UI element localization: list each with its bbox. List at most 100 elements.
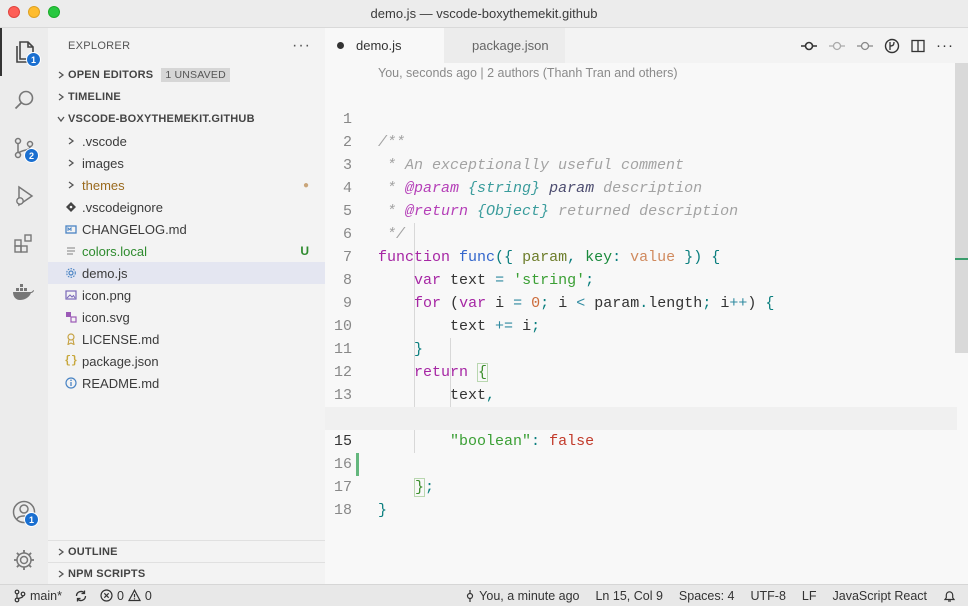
explorer-badge: 1 — [26, 52, 41, 67]
scrollbar-change-marker — [955, 258, 968, 260]
tree-folder-vscode[interactable]: .vscode — [48, 130, 325, 152]
zoom-window-button[interactable] — [48, 6, 60, 18]
code-line: 4 * @return {Object} returned descriptio… — [325, 154, 957, 220]
encoding-status[interactable]: UTF-8 — [745, 585, 796, 606]
code-line: 1 /** — [325, 85, 957, 151]
run-debug-activity[interactable] — [0, 172, 48, 220]
run-debug-icon — [16, 185, 34, 207]
close-window-button[interactable] — [8, 6, 20, 18]
tab-demo-js[interactable]: demo.js — [325, 28, 444, 63]
title-bar: demo.js — vscode-boxythemekit.github — [0, 0, 968, 28]
code-line: 17 } — [325, 453, 957, 519]
more-actions-icon[interactable]: ··· — [936, 37, 954, 54]
tab-label: package.json — [472, 38, 549, 53]
source-control-activity[interactable]: 2 — [0, 124, 48, 172]
explorer-activity[interactable]: 1 — [0, 28, 48, 76]
tree-item-label: LICENSE.md — [82, 331, 160, 347]
previous-change-icon[interactable] — [828, 39, 846, 53]
branch-status[interactable]: main* — [0, 585, 68, 606]
more-actions-icon[interactable]: ··· — [292, 37, 311, 55]
tree-item-label: themes — [82, 177, 125, 193]
open-editors-section[interactable]: OPEN EDITORS 1 UNSAVED — [48, 64, 325, 86]
accounts-badge: 1 — [24, 512, 39, 527]
tree-file-package-json[interactable]: {} package.json — [48, 350, 325, 372]
info-file-icon — [64, 376, 78, 390]
code-line: 3 * @param {string} param description — [325, 131, 957, 197]
docker-icon — [13, 284, 34, 300]
manage-activity[interactable] — [0, 536, 48, 584]
error-icon — [100, 589, 113, 602]
extensions-icon — [14, 234, 32, 253]
npm-scripts-section[interactable]: NPM SCRIPTS — [48, 562, 325, 584]
tree-item-label: icon.svg — [82, 309, 130, 325]
project-section[interactable]: VSCODE-BOXYTHEMEKIT.GITHUB — [48, 108, 325, 130]
unsaved-dot-icon[interactable] — [337, 42, 344, 49]
chevron-right-icon — [54, 93, 68, 101]
eol-status[interactable]: LF — [796, 585, 827, 606]
extensions-activity[interactable] — [0, 220, 48, 268]
code-editor[interactable]: You, seconds ago | 2 authors (Thanh Tran… — [325, 63, 968, 584]
tab-label: demo.js — [356, 38, 402, 53]
chevron-right-icon — [64, 178, 78, 192]
git-blame-status[interactable]: You, a minute ago — [459, 585, 589, 606]
code-line: 8 for (var i = 0; i < param.length; i++)… — [325, 246, 957, 312]
tab-package-json[interactable]: package.json — [444, 28, 565, 63]
tree-file-changelog[interactable]: CHANGELOG.md — [48, 218, 325, 240]
tree-item-label: icon.png — [82, 287, 132, 303]
git-blame-codelens[interactable]: You, seconds ago | 2 authors (Thanh Tran… — [378, 66, 678, 80]
chevron-right-icon — [54, 569, 68, 578]
tree-folder-images[interactable]: images — [48, 152, 325, 174]
tree-item-label: CHANGELOG.md — [82, 221, 187, 237]
unsaved-badge: 1 UNSAVED — [161, 68, 230, 82]
git-branch-icon — [14, 589, 26, 602]
chevron-right-icon — [64, 156, 78, 170]
problems-status[interactable]: 0 0 — [94, 585, 158, 606]
npm-scripts-label: NPM SCRIPTS — [68, 567, 146, 580]
sync-status[interactable] — [68, 585, 94, 606]
outline-label: OUTLINE — [68, 545, 118, 558]
outline-section[interactable]: OUTLINE — [48, 540, 325, 562]
git-file-icon — [64, 200, 78, 214]
code-line: 12 text, — [325, 338, 957, 404]
language-mode-status[interactable]: JavaScript React — [827, 585, 937, 606]
tree-folder-themes[interactable]: themes ● — [48, 174, 325, 196]
tree-file-icon-png[interactable]: icon.png — [48, 284, 325, 306]
tree-item-label: colors.local — [82, 243, 148, 259]
indentation-status[interactable]: Spaces: 4 — [673, 585, 745, 606]
activity-bar: 1 2 1 — [0, 28, 48, 584]
tree-file-colors-local[interactable]: colors.local U — [48, 240, 325, 262]
chevron-right-icon — [54, 547, 68, 556]
minimize-window-button[interactable] — [28, 6, 40, 18]
editor-scrollbar-thumb[interactable] — [955, 63, 968, 353]
tree-item-label: demo.js — [82, 265, 128, 281]
cursor-position-status[interactable]: Ln 15, Col 9 — [589, 585, 672, 606]
docker-activity[interactable] — [0, 268, 48, 316]
editor-tabs: demo.js package.json ··· — [325, 28, 968, 63]
accounts-activity[interactable]: 1 — [0, 488, 48, 536]
open-changes-icon[interactable] — [884, 38, 900, 54]
next-change-icon[interactable] — [856, 39, 874, 53]
project-label: VSCODE-BOXYTHEMEKIT.GITHUB — [68, 113, 255, 125]
tree-item-label: .vscode — [82, 133, 127, 149]
tree-file-vscodeignore[interactable]: .vscodeignore — [48, 196, 325, 218]
search-activity[interactable] — [0, 76, 48, 124]
tree-file-demo-js[interactable]: demo.js — [48, 262, 325, 284]
current-code-line: 15 — [325, 407, 957, 476]
code-line: 10 } — [325, 292, 957, 358]
tree-file-readme[interactable]: README.md — [48, 372, 325, 394]
code-line: 5 */ — [325, 177, 957, 243]
tree-file-icon-svg[interactable]: icon.svg — [48, 306, 325, 328]
split-editor-icon[interactable] — [910, 38, 926, 54]
code-line: 9 text += i; — [325, 269, 957, 335]
timeline-label: TIMELINE — [68, 91, 121, 103]
code-line: 13 len: param.length, — [325, 361, 957, 427]
tree-file-license[interactable]: LICENSE.md — [48, 328, 325, 350]
timeline-section[interactable]: TIMELINE — [48, 86, 325, 108]
json-file-icon: {} — [64, 355, 78, 367]
scm-badge: 2 — [24, 148, 39, 163]
license-file-icon — [64, 332, 78, 346]
notifications-status[interactable] — [937, 585, 968, 606]
git-commit-icon[interactable] — [800, 39, 818, 53]
code-line: 7 var text = 'string'; — [325, 223, 957, 289]
line-number: 18 — [333, 502, 352, 519]
